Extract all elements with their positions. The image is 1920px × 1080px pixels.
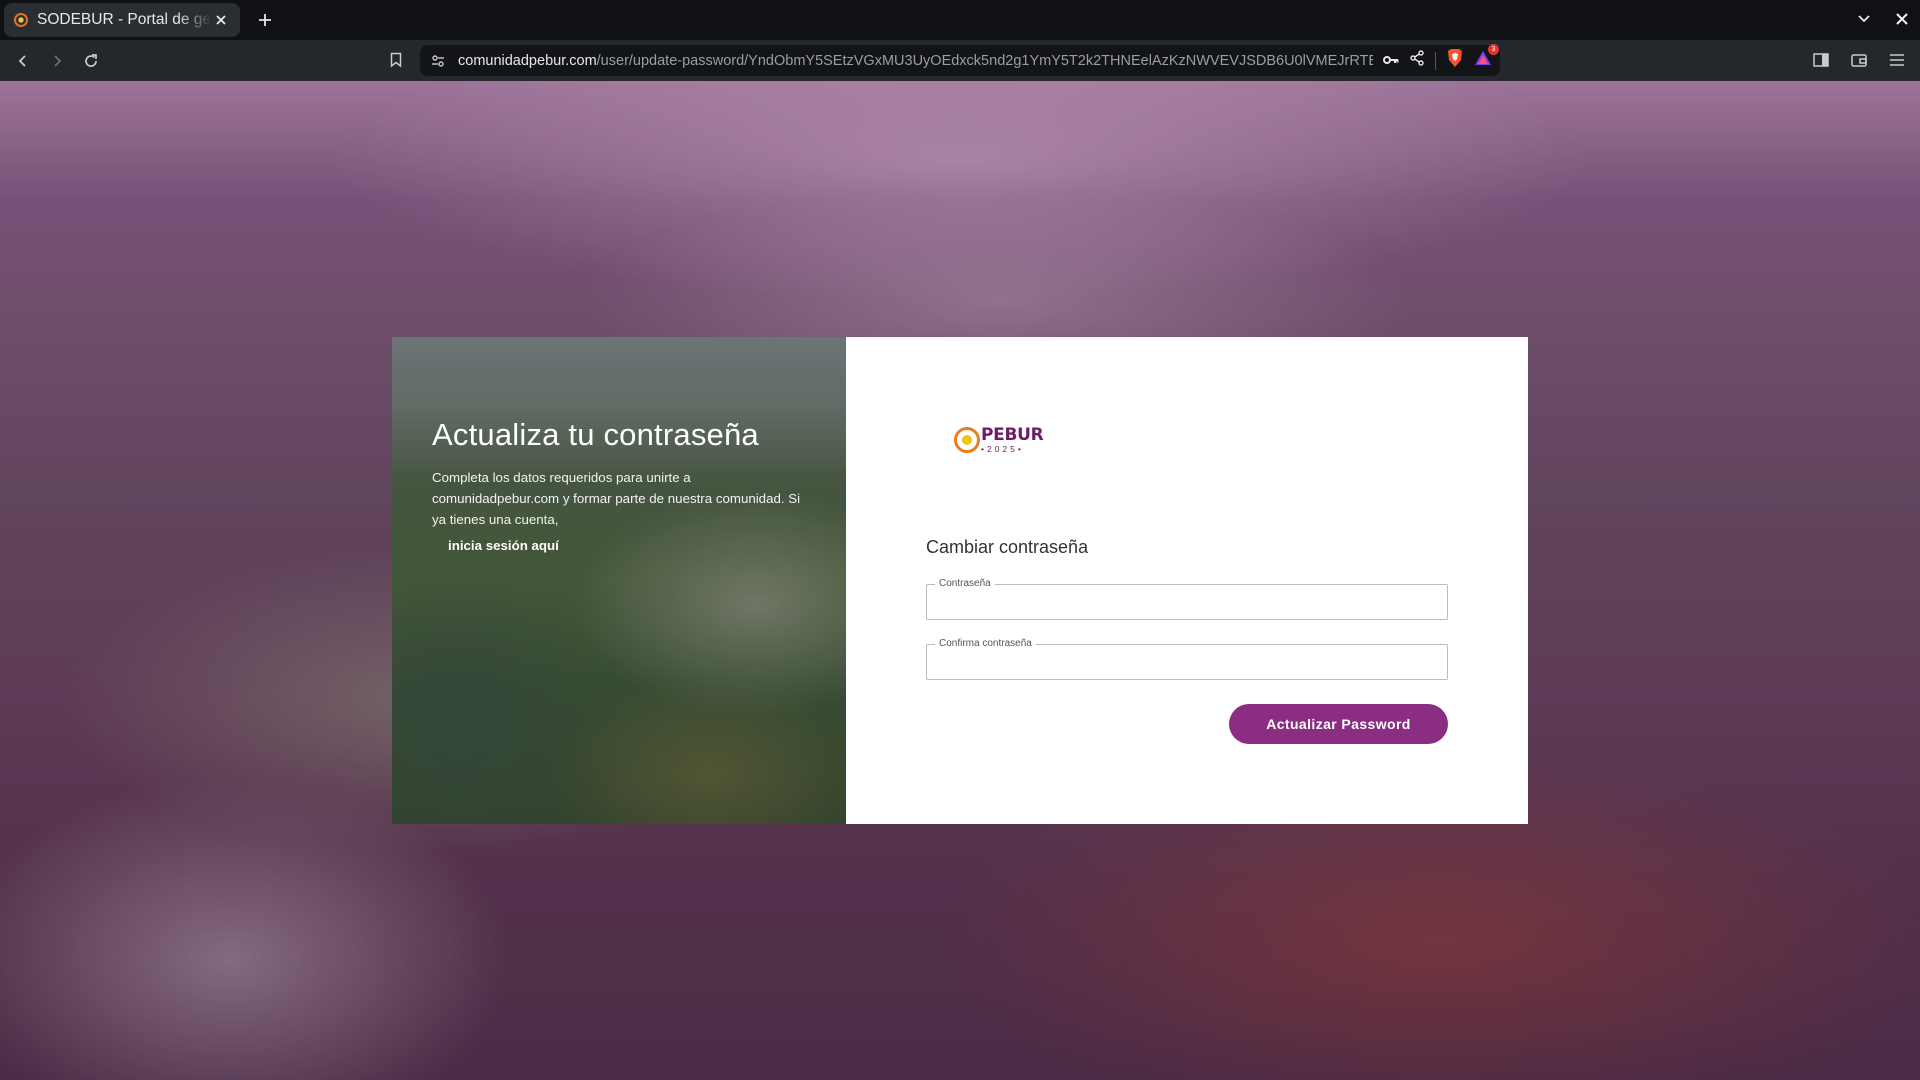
- tab-title: SODEBUR - Portal de gestión: [37, 11, 212, 28]
- address-bar-divider: [1435, 51, 1436, 70]
- share-icon[interactable]: [1409, 50, 1425, 71]
- hero-panel: Actualiza tu contraseña Completa los dat…: [392, 337, 846, 824]
- bookmark-button[interactable]: [383, 47, 409, 73]
- site-favicon-icon: [14, 13, 28, 27]
- hero-heading: Actualiza tu contraseña: [432, 417, 759, 452]
- forward-button[interactable]: [40, 44, 74, 78]
- notification-badge: 3: [1488, 44, 1499, 55]
- url-host: comunidadpebur.com: [458, 52, 597, 69]
- confirm-password-field: Confirma contraseña: [926, 638, 1448, 680]
- arrow-right-icon: [54, 54, 62, 67]
- browser-tab[interactable]: SODEBUR - Portal de gestión: [4, 3, 240, 37]
- arrow-left-icon: [18, 54, 26, 67]
- browser-tab-bar: SODEBUR - Portal de gestión: [0, 0, 1920, 40]
- login-link[interactable]: inicia sesión aquí: [448, 538, 559, 553]
- key-icon[interactable]: [1383, 52, 1399, 70]
- password-field: Contraseña: [926, 578, 1448, 620]
- password-label: Contraseña: [935, 578, 995, 590]
- logo-brand: PEBUR: [981, 425, 1044, 445]
- tab-list-chevron-down-icon[interactable]: [1852, 4, 1876, 34]
- reload-button[interactable]: [74, 44, 108, 78]
- confirm-password-input[interactable]: [927, 645, 1447, 679]
- brave-rewards-icon[interactable]: 3: [1474, 44, 1499, 71]
- sidebar-toggle-icon[interactable]: [1808, 46, 1834, 74]
- close-tab-icon[interactable]: [212, 11, 230, 29]
- page-background: Actualiza tu contraseña Completa los dat…: [0, 81, 1920, 1080]
- form-title: Cambiar contraseña: [926, 537, 1089, 557]
- logo-mark-icon: [954, 427, 980, 454]
- back-button[interactable]: [6, 44, 40, 78]
- logo-year: •2025•: [981, 444, 1024, 454]
- menu-icon[interactable]: [1884, 46, 1910, 74]
- update-password-card: Actualiza tu contraseña Completa los dat…: [392, 337, 1528, 824]
- site-settings-icon[interactable]: [426, 49, 450, 73]
- new-tab-button[interactable]: [250, 5, 280, 35]
- pebur-logo: PEBUR •2025•: [954, 425, 1044, 454]
- brave-shields-icon[interactable]: [1446, 48, 1464, 73]
- form-panel: PEBUR •2025• Cambiar contraseña Contrase…: [846, 337, 1528, 824]
- wallet-icon[interactable]: [1846, 46, 1872, 74]
- update-password-button[interactable]: Actualizar Password: [1229, 704, 1448, 744]
- reload-icon: [85, 53, 97, 67]
- password-input[interactable]: [927, 585, 1447, 619]
- bookmark-icon: [390, 52, 402, 68]
- hero-description: Completa los datos requeridos para unirt…: [432, 470, 801, 527]
- window-close-icon[interactable]: [1890, 4, 1914, 34]
- browser-toolbar: comunidadpebur.com/user/update-password/…: [0, 40, 1920, 81]
- url-text[interactable]: comunidadpebur.com/user/update-password/…: [458, 53, 1373, 69]
- url-path: /user/update-password/YndObmY5SEtzVGxMU3…: [596, 52, 1373, 69]
- address-bar[interactable]: comunidadpebur.com/user/update-password/…: [420, 44, 1500, 76]
- confirm-password-label: Confirma contraseña: [935, 638, 1036, 650]
